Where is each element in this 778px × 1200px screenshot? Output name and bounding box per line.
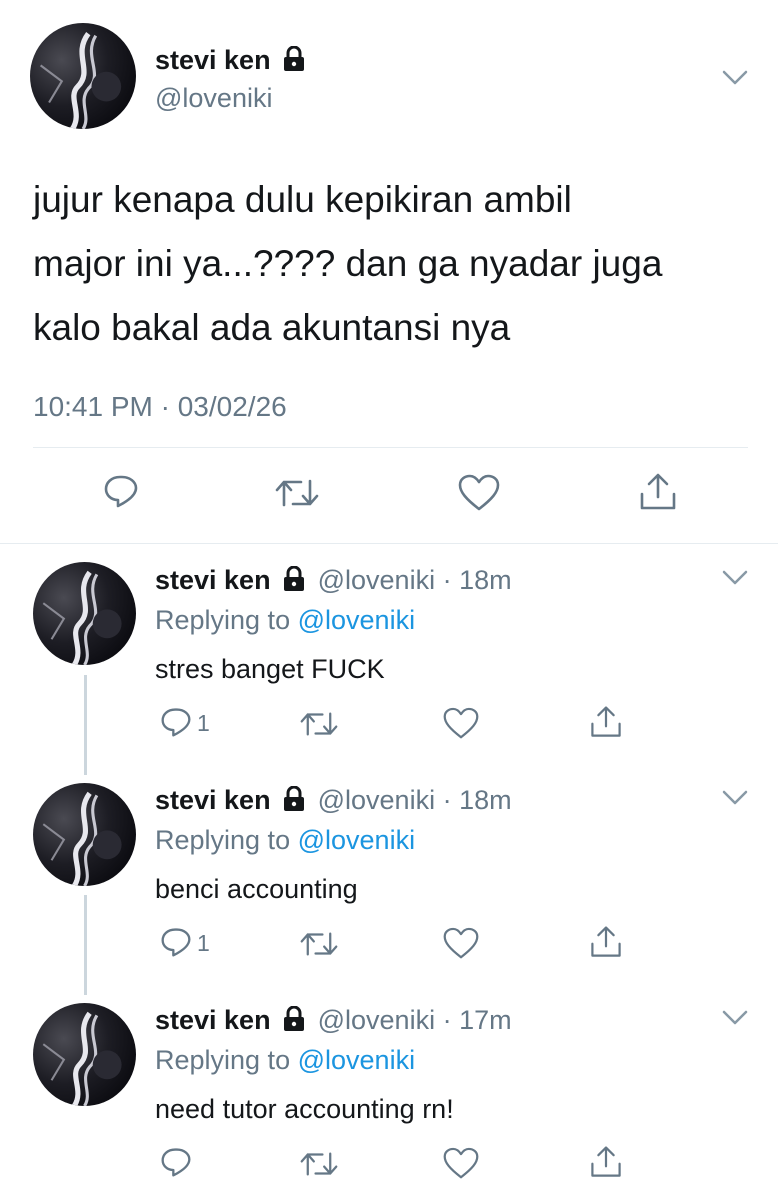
replying-to-handle[interactable]: @loveniki xyxy=(298,605,415,635)
avatar[interactable] xyxy=(33,562,136,665)
share-icon[interactable] xyxy=(589,1145,623,1179)
tweet-text-line: major ini ya...???? dan ga nyadar juga xyxy=(33,243,663,284)
avatar[interactable] xyxy=(30,23,136,129)
avatar-image xyxy=(39,32,122,129)
reply-icon[interactable] xyxy=(160,926,192,958)
display-name[interactable]: stevi ken xyxy=(155,45,271,75)
chevron-down-icon[interactable] xyxy=(722,570,748,586)
reply-text: benci accounting xyxy=(155,874,358,904)
lock-icon xyxy=(282,1005,306,1032)
thread-line xyxy=(84,675,87,775)
display-name[interactable]: stevi ken xyxy=(155,1005,271,1035)
chevron-down-icon[interactable] xyxy=(722,1010,748,1026)
replying-to-handle[interactable]: @loveniki xyxy=(298,825,415,855)
timestamp[interactable]: 10:41 PM · 03/02/26 xyxy=(33,390,287,424)
avatar[interactable] xyxy=(33,783,136,886)
handle[interactable]: @loveniki xyxy=(155,82,272,114)
retweet-icon[interactable] xyxy=(300,710,338,738)
reply-count: 1 xyxy=(197,710,210,736)
divider xyxy=(33,447,748,448)
avatar-image xyxy=(42,570,122,665)
handle[interactable]: @loveniki xyxy=(318,785,435,815)
share-icon[interactable] xyxy=(589,705,623,739)
lock-icon xyxy=(282,46,306,72)
tweet-text-line: jujur kenapa dulu kepikiran ambil xyxy=(33,179,572,220)
reply-icon[interactable] xyxy=(160,1146,192,1178)
chevron-down-icon[interactable] xyxy=(722,790,748,806)
replying-to-label: Replying to xyxy=(155,605,291,635)
avatar-image xyxy=(42,1011,122,1106)
reply-text: stres banget FUCK xyxy=(155,654,385,684)
lock-icon xyxy=(282,785,306,812)
heart-icon[interactable] xyxy=(443,707,479,740)
relative-time[interactable]: · 17m xyxy=(443,1005,512,1035)
retweet-icon[interactable] xyxy=(300,930,338,958)
reply-icon[interactable] xyxy=(103,473,139,509)
lock-icon xyxy=(282,565,306,592)
replying-to-label: Replying to xyxy=(155,825,291,855)
handle[interactable]: @loveniki xyxy=(318,1005,435,1035)
relative-time[interactable]: · 18m xyxy=(443,565,512,595)
handle[interactable]: @loveniki xyxy=(318,565,435,595)
replying-to-handle[interactable]: @loveniki xyxy=(298,1045,415,1075)
share-icon[interactable] xyxy=(589,925,623,959)
reply-count: 1 xyxy=(197,930,210,956)
heart-icon[interactable] xyxy=(443,1147,479,1180)
avatar-image xyxy=(42,791,122,886)
display-name[interactable]: stevi ken xyxy=(155,785,271,815)
reply-icon[interactable] xyxy=(160,706,192,738)
divider xyxy=(0,543,778,544)
reply-text: need tutor accounting rn! xyxy=(155,1094,454,1124)
relative-time[interactable]: · 18m xyxy=(443,785,512,815)
tweet-text-line: kalo bakal ada akuntansi nya xyxy=(33,307,511,348)
tweet-text: jujur kenapa dulu kepikiran ambil major … xyxy=(33,168,662,360)
retweet-icon[interactable] xyxy=(275,477,319,509)
heart-icon[interactable] xyxy=(443,927,479,960)
retweet-icon[interactable] xyxy=(300,1150,338,1178)
display-name[interactable]: stevi ken xyxy=(155,565,271,595)
thread-line xyxy=(84,895,87,995)
heart-icon[interactable] xyxy=(458,474,500,512)
replying-to-label: Replying to xyxy=(155,1045,291,1075)
chevron-down-icon[interactable] xyxy=(722,70,748,86)
avatar[interactable] xyxy=(33,1003,136,1106)
share-icon[interactable] xyxy=(638,472,678,512)
